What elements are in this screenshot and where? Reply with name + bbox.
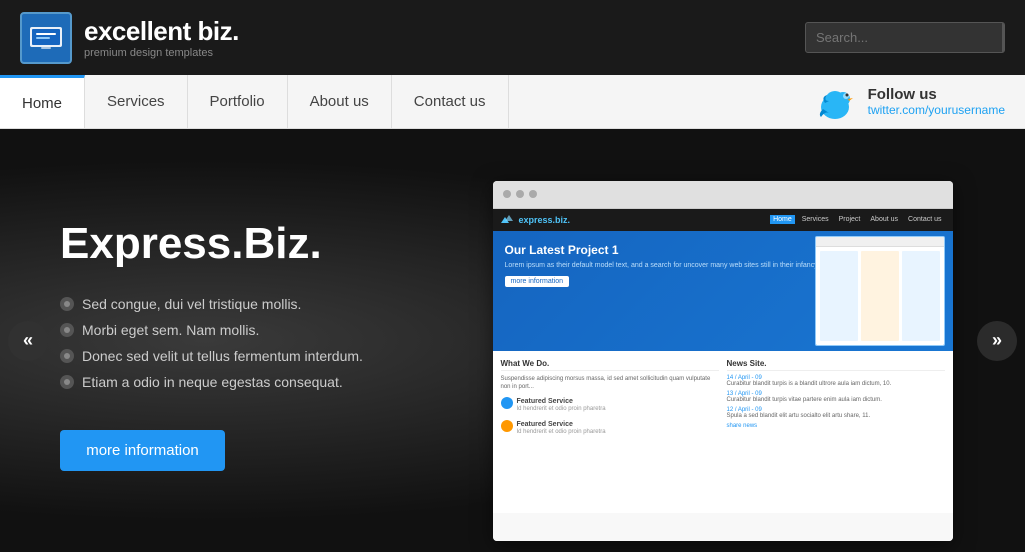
screenshot-col [820,251,858,341]
section-intro: Suspendisse adipiscing morsus massa, id … [501,375,719,392]
bullet-dot [60,297,74,311]
more-information-button[interactable]: more information [60,430,225,471]
inner-nav-contact: Contact us [905,215,944,224]
browser-inner: express.biz. Home Services Project About… [493,209,953,541]
logo-subtitle: premium design templates [84,47,239,59]
news-text: Spula a sed blandit elit artu socialto e… [727,413,945,419]
bullet-dot [60,349,74,363]
nav: Home Services Portfolio About us Contact… [0,75,1025,129]
news-text: Curabitur blandit turpis is a blandit ul… [727,381,945,387]
inner-nav: Home Services Project About us Contact u… [770,215,944,224]
inner-site-header: express.biz. Home Services Project About… [493,209,953,231]
logo-area: excellent biz. premium design templates [20,12,239,64]
search-box[interactable]: 🔍 [805,22,1005,53]
nav-item-about[interactable]: About us [288,75,392,128]
browser-bar [493,181,953,209]
inner-section-what: What We Do. Suspendisse adipiscing morsu… [501,359,719,505]
search-button[interactable]: 🔍 [1002,23,1005,52]
list-item: 14 / April - 09 Curabitur blandit turpis… [727,375,945,387]
prev-arrow[interactable]: « [8,321,48,361]
logo-text-area: excellent biz. premium design templates [84,16,239,59]
inner-logo-text: express.biz. [519,215,571,225]
nav-item-home[interactable]: Home [0,75,85,128]
slide-right: express.biz. Home Services Project About… [440,129,1025,552]
inner-hero-button: more information [505,276,570,287]
inner-nav-home: Home [770,215,795,224]
service-icon [501,397,513,409]
browser-dot [529,190,537,198]
inner-section-news: News Site. 14 / April - 09 Curabitur bla… [727,359,945,505]
section-title: What We Do. [501,359,719,371]
slide-content: Express.Biz. Sed congue, dui vel tristiq… [0,129,1025,552]
search-input[interactable] [806,24,1002,51]
inner-nav-project: Project [836,215,864,224]
header: excellent biz. premium design templates … [0,0,1025,75]
service-title: Featured Service [517,420,606,429]
service-title: Featured Service [517,397,606,406]
list-item: Featured Service Id hendrerit et odio pr… [501,397,719,414]
list-item: Donec sed velit ut tellus fermentum inte… [60,348,400,364]
nav-item-contact[interactable]: Contact us [392,75,509,128]
service-text: Featured Service Id hendrerit et odio pr… [517,420,606,437]
service-desc: Id hendrerit et odio proin pharetra [517,406,606,414]
inner-nav-services: Services [799,215,832,224]
screenshot-content [816,247,944,345]
inner-hero-screenshot [815,236,945,346]
screenshot-col [861,251,899,341]
inner-bottom: What We Do. Suspendisse adipiscing morsu… [493,351,953,513]
browser-mockup: express.biz. Home Services Project About… [493,181,953,541]
slide-bullets: Sed congue, dui vel tristique mollis. Mo… [60,296,400,400]
follow-area: Follow us twitter.com/yourusername [793,75,1025,128]
next-arrow[interactable]: » [977,321,1017,361]
list-item: Morbi eget sem. Nam mollis. [60,322,400,338]
service-text: Featured Service Id hendrerit et odio pr… [517,397,606,414]
browser-dot [503,190,511,198]
service-desc: Id hendrerit et odio proin pharetra [517,429,606,437]
news-text: Curabitur blandit turpis vitae partere e… [727,397,945,403]
inner-hero: Our Latest Project 1 Lorem ipsum as thei… [493,231,953,351]
bullet-dot [60,323,74,337]
list-item: 12 / April - 09 Spula a sed blandit elit… [727,407,945,419]
bullet-text: Donec sed velit ut tellus fermentum inte… [82,348,363,364]
slide-title: Express.Biz. [60,220,400,268]
list-item: Featured Service Id hendrerit et odio pr… [501,420,719,437]
slide-left: Express.Biz. Sed congue, dui vel tristiq… [0,129,440,552]
service-icon [501,420,513,432]
bullet-text: Etiam a odio in neque egestas consequat. [82,374,343,390]
nav-item-services[interactable]: Services [85,75,188,128]
bullet-text: Morbi eget sem. Nam mollis. [82,322,259,338]
inner-nav-about: About us [867,215,901,224]
list-item: 13 / April - 09 Curabitur blandit turpis… [727,391,945,403]
section-title: News Site. [727,359,945,371]
list-item: Etiam a odio in neque egestas consequat. [60,374,400,390]
twitter-bird-icon [813,79,858,124]
nav-item-portfolio[interactable]: Portfolio [188,75,288,128]
browser-dot [516,190,524,198]
main-slide: « Express.Biz. Sed congue, dui vel trist… [0,129,1025,552]
screenshot-col [902,251,940,341]
logo-icon [20,12,72,64]
screenshot-bar [816,237,944,247]
twitter-link[interactable]: twitter.com/yourusername [868,103,1005,117]
bullet-dot [60,375,74,389]
inner-logo-icon [501,215,513,225]
bullet-text: Sed congue, dui vel tristique mollis. [82,296,301,312]
logo-title: excellent biz. [84,16,239,47]
screenshot-inner [816,237,944,345]
nav-links: Home Services Portfolio About us Contact… [0,75,509,128]
share-news-link[interactable]: share news [727,423,945,429]
list-item: Sed congue, dui vel tristique mollis. [60,296,400,312]
follow-text: Follow us twitter.com/yourusername [868,86,1005,117]
follow-label: Follow us [868,86,1005,103]
